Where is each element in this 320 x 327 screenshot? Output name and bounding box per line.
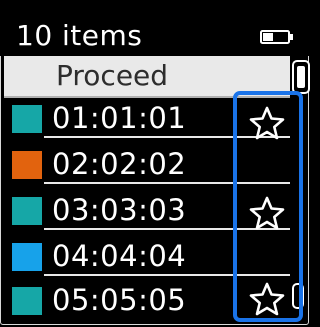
color-swatch [12, 243, 42, 271]
time-label: 05:05:05 [52, 283, 187, 317]
time-label: 02:02:02 [52, 147, 187, 181]
time-label: 01:01:01 [52, 101, 187, 135]
battery-icon [260, 30, 293, 44]
color-swatch [12, 287, 42, 315]
color-swatch [12, 197, 42, 225]
favorites-highlight [233, 91, 303, 322]
time-label: 04:04:04 [52, 239, 187, 273]
time-label: 03:03:03 [52, 193, 187, 227]
color-swatch [12, 151, 42, 179]
scroll-tab-icon[interactable] [291, 60, 311, 94]
color-swatch [12, 105, 42, 133]
proceed-button-label: Proceed [56, 59, 169, 92]
status-bar: 10 items [0, 0, 311, 56]
item-count-label: 10 items [16, 19, 143, 52]
